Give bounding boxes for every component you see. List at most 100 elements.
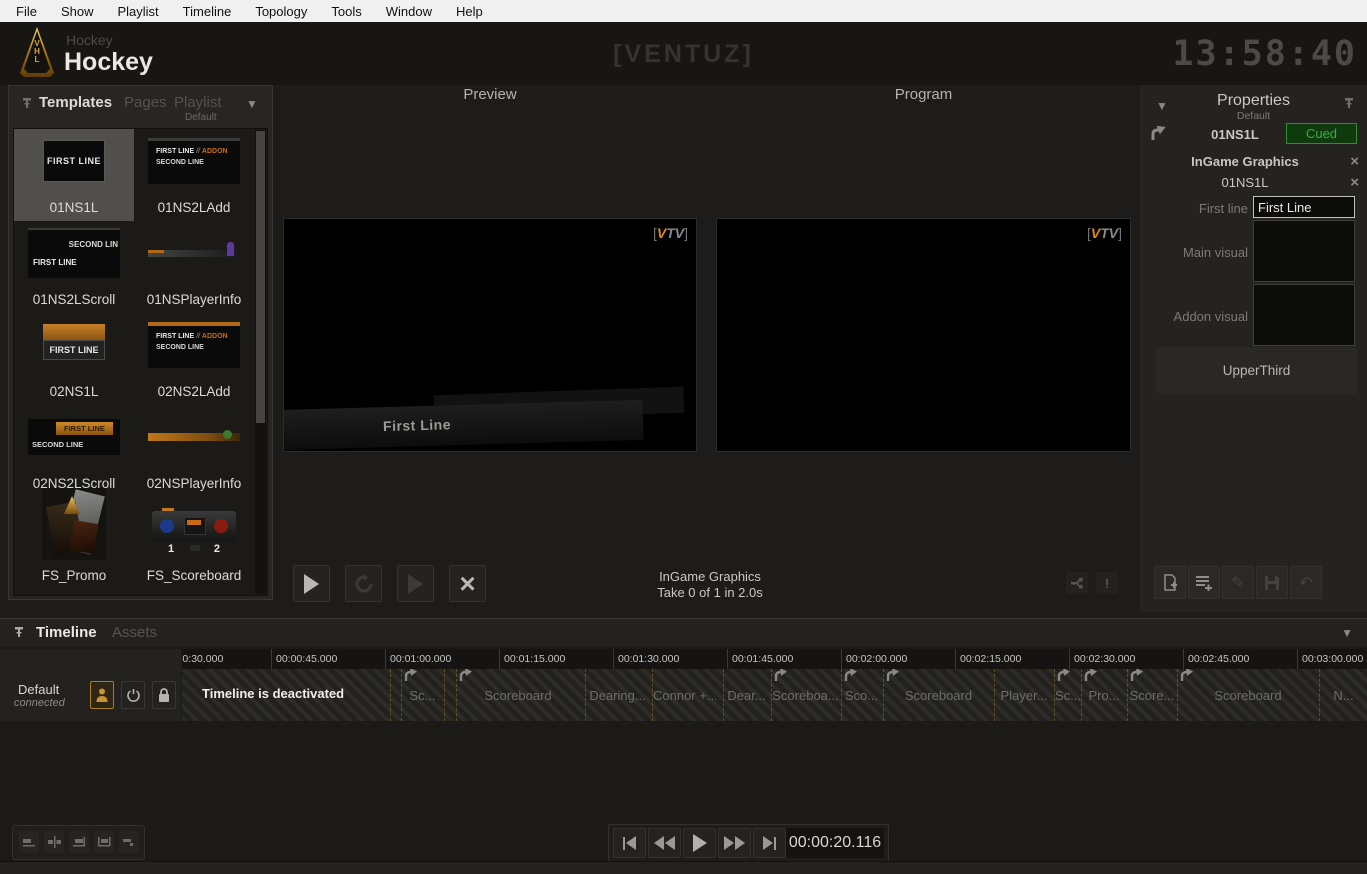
timeline-tools (12, 825, 145, 860)
menu-file[interactable]: File (4, 1, 49, 22)
operator-icon (95, 687, 109, 703)
tab-timeline[interactable]: Timeline (36, 624, 97, 641)
menu-playlist[interactable]: Playlist (105, 1, 170, 22)
pin-icon[interactable] (13, 626, 25, 640)
loop-button[interactable] (345, 565, 382, 602)
main-visual-box[interactable] (1253, 220, 1355, 282)
cue-status-badge[interactable]: Cued (1286, 123, 1357, 144)
tab-pages[interactable]: Pages (124, 94, 167, 111)
template-thumbnail: FIRST LINE // ADDONSECOND LINE (148, 138, 240, 184)
timeline-clip-connor[interactable]: Connor +... (652, 669, 716, 721)
rewind-icon (665, 836, 675, 850)
region-span-button[interactable] (94, 831, 114, 853)
skip-end-icon (763, 836, 773, 850)
panel-collapse-icon[interactable]: ▼ (246, 97, 258, 111)
timeline-clip-n[interactable]: N... (1319, 669, 1367, 721)
timeline-clip[interactable] (444, 669, 455, 721)
vtv-watermark: [VTV] (653, 225, 688, 241)
timeline-clip-scoreboard[interactable]: Scoreboard (1177, 669, 1318, 721)
skip-start-button[interactable] (613, 828, 646, 858)
first-line-input[interactable] (1253, 196, 1355, 218)
rewind-button[interactable] (648, 828, 681, 858)
template-item-01NS1L[interactable]: FIRST LINE01NS1L (14, 129, 134, 221)
skip-end-button[interactable] (753, 828, 786, 858)
vtv-watermark: [VTV] (1087, 225, 1122, 241)
region-insert-button[interactable] (44, 831, 64, 853)
tab-playlist[interactable]: Playlist (174, 94, 222, 111)
jump-to-template-icon[interactable] (1150, 125, 1168, 141)
new-page-button[interactable] (1154, 566, 1186, 599)
close-icon[interactable]: × (1350, 153, 1359, 170)
template-item-01NS2LScroll[interactable]: SECOND LINFIRST LINE01NS2LScroll (14, 221, 134, 313)
menu-help[interactable]: Help (444, 1, 495, 22)
menu-timeline[interactable]: Timeline (171, 1, 244, 22)
panel-collapse-icon[interactable]: ▼ (1341, 626, 1353, 640)
timeline-clip-score[interactable]: Score... (1127, 669, 1176, 721)
take-out-button[interactable] (397, 565, 434, 602)
template-item-01NSPlayerInfo[interactable]: 01NSPlayerInfo (134, 221, 254, 313)
timeline-clip[interactable] (390, 669, 400, 721)
clip-label: Connor +... (653, 688, 716, 703)
pin-icon[interactable] (21, 97, 33, 111)
header: V H L Hockey Hockey [VENTUZ] 13:58:40 (0, 22, 1367, 85)
region-small-button[interactable] (119, 831, 139, 853)
region-start-button[interactable] (19, 831, 39, 853)
upper-third-button[interactable]: UpperThird (1156, 347, 1357, 394)
addon-visual-box[interactable] (1253, 284, 1355, 346)
power-button[interactable] (121, 681, 145, 709)
lower-third-text: First Line (383, 416, 451, 434)
timeline-clip-sc[interactable]: Sc... (401, 669, 443, 721)
template-item-FS_Promo[interactable]: FS_Promo (14, 497, 134, 589)
template-thumbnail: FIRST LINE // ADDONSECOND LINE (148, 322, 240, 368)
lock-button[interactable] (152, 681, 176, 709)
timeline-clip-scoreboard[interactable]: Scoreboard (456, 669, 579, 721)
timeline-clip-sc[interactable]: Sc... (1054, 669, 1080, 721)
timeline-clip-scoreboa[interactable]: Scoreboa... (771, 669, 839, 721)
template-item-02NSPlayerInfo[interactable]: 02NSPlayerInfo (134, 405, 254, 497)
play-button[interactable] (683, 828, 716, 858)
menu-window[interactable]: Window (374, 1, 444, 22)
close-icon[interactable]: × (1350, 174, 1359, 191)
undo-button[interactable]: ↶ (1290, 566, 1322, 599)
pin-icon[interactable] (1343, 97, 1355, 111)
template-name: 02NS2LAdd (158, 384, 231, 399)
tab-templates[interactable]: Templates (39, 94, 112, 111)
alert-button[interactable]: ! (1096, 572, 1118, 594)
tab-assets[interactable]: Assets (112, 624, 157, 641)
template-thumbnail: FIRST LINE (43, 140, 105, 182)
timeline-clip-pro[interactable]: Pro... (1081, 669, 1126, 721)
template-item-02NS2LAdd[interactable]: FIRST LINE // ADDONSECOND LINE 02NS2LAdd (134, 313, 254, 405)
timeline-track[interactable]: Timeline is deactivated Sc...ScoreboardD… (182, 669, 1367, 721)
timeline-clip-player[interactable]: Player... (994, 669, 1053, 721)
take-button[interactable] (293, 565, 330, 602)
add-to-playlist-button[interactable] (1188, 566, 1220, 599)
scrollbar-thumb[interactable] (256, 131, 265, 423)
timeline-clip-dear[interactable]: Dear... (723, 669, 769, 721)
template-item-02NS2LScroll[interactable]: FIRST LINESECOND LINE02NS2LScroll (14, 405, 134, 497)
template-thumbnail: FIRST LINESECOND LINE (28, 419, 120, 455)
timeline-clip-sco[interactable]: Sco... (841, 669, 881, 721)
template-item-FS_Scoreboard[interactable]: 12FS_Scoreboard (134, 497, 254, 589)
ruler-tick-label: 00:01:30.000 (618, 653, 679, 665)
template-item-02NS1L[interactable]: FIRST LINE02NS1L (14, 313, 134, 405)
channel-routing-button[interactable] (1066, 572, 1088, 594)
take-status-line1: InGame Graphics (560, 569, 860, 585)
timeline-clip-scoreboard[interactable]: Scoreboard (883, 669, 993, 721)
clip-jump-icon (1129, 669, 1144, 682)
ruler-tick (1297, 649, 1298, 669)
clear-button[interactable]: × (449, 565, 486, 602)
timeline-ruler[interactable]: 00:00:30.00000:00:45.00000:01:00.00000:0… (182, 649, 1367, 669)
menu-show[interactable]: Show (49, 1, 106, 22)
menu-tools[interactable]: Tools (319, 1, 373, 22)
timeline-clip-dearing[interactable]: Dearing... (585, 669, 649, 721)
menu-bar: FileShowPlaylistTimelineTopologyToolsWin… (0, 0, 1367, 22)
fast-forward-button[interactable] (718, 828, 751, 858)
template-item-01NS2LAdd[interactable]: FIRST LINE // ADDONSECOND LINE01NS2LAdd (134, 129, 254, 221)
save-button[interactable] (1256, 566, 1288, 599)
operator-button[interactable] (90, 681, 114, 709)
ruler-tick (385, 649, 386, 669)
edit-button[interactable]: ✎ (1222, 566, 1254, 599)
region-end-button[interactable] (69, 831, 89, 853)
template-scrollbar[interactable] (255, 130, 266, 594)
menu-topology[interactable]: Topology (243, 1, 319, 22)
